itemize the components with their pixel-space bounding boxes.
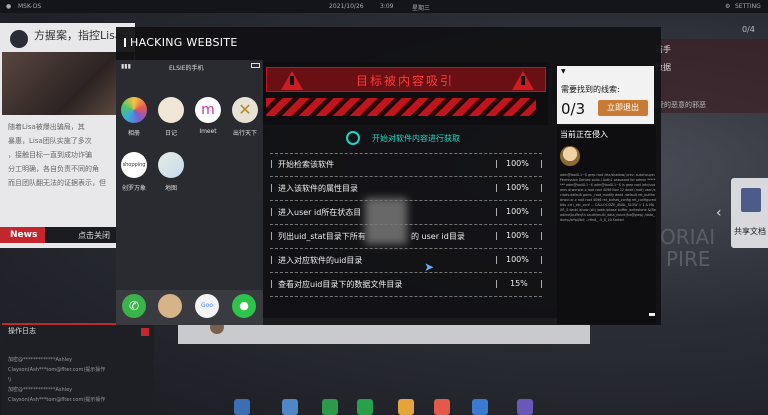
google-icon[interactable]: Goo (195, 294, 219, 318)
news-tag: News (0, 227, 45, 243)
globe-icon (10, 30, 28, 48)
document-icon (741, 188, 761, 212)
dock-app-icon[interactable] (517, 399, 533, 415)
clue-count: 0/3 (561, 100, 586, 118)
status-heading: 开始对软件内容进行获取 (372, 134, 460, 143)
dock-app-icon[interactable] (357, 399, 373, 415)
percent-cell: 100% (506, 159, 529, 168)
blurred-overlay (365, 198, 407, 244)
avatar (560, 146, 580, 166)
dock-app-icon[interactable] (398, 399, 414, 415)
map-app-icon[interactable] (158, 152, 184, 178)
minimize-icon[interactable] (649, 313, 655, 316)
gear-icon[interactable]: ⚙ (725, 3, 730, 10)
task-count: 0/4 (742, 25, 755, 34)
percent-cell: 15% (510, 279, 528, 288)
alert-title: 目标被内容吸引 (355, 74, 454, 88)
task-cell: 列出uid_stat目录下所有 (278, 232, 366, 241)
shopping-app-icon[interactable]: shopping (121, 152, 147, 178)
log-line: Clayson(Ash***tom@flter.com)提示操作 (8, 397, 106, 403)
travel-app-icon[interactable]: ✕ (232, 97, 258, 123)
warning-icon (281, 71, 303, 90)
mail-icon[interactable] (282, 399, 298, 415)
percent-cell: 100% (506, 255, 529, 264)
percent-cell: 100% (506, 207, 529, 216)
background-watermark: PIRE (666, 247, 711, 271)
dock-app-icon[interactable] (234, 399, 250, 415)
hazard-stripes (266, 98, 536, 116)
table-divider (270, 248, 542, 249)
news-line: 分工明确，各自负责不同的角 (8, 165, 99, 173)
app-label: 相册 (127, 130, 140, 137)
task-cell: 开始检索该软件 (278, 160, 334, 169)
app-label: 地图 (164, 185, 177, 192)
log-close-icon[interactable] (141, 328, 149, 336)
percent-cell: 100% (506, 231, 529, 240)
phone-call-icon[interactable]: ✆ (122, 294, 146, 318)
shared-docs-label: 共享文档 (734, 227, 766, 236)
log-lines: 加密@*************Ashley Clayson(Ash***tom… (8, 355, 148, 405)
app-label: 出行天下 (232, 130, 257, 137)
imeet-app-icon[interactable]: m (195, 97, 221, 123)
clue-label: 需要找到的线索: (561, 85, 620, 94)
task-cell: 进入对应软件的uid目录 (278, 256, 363, 265)
phone-owner: ELSIE的手机 (169, 65, 204, 72)
chevron-left-icon[interactable]: ‹ (716, 205, 722, 221)
collapse-triangle-icon[interactable]: ▼ (561, 68, 566, 75)
table-divider (270, 153, 542, 154)
settings-button[interactable]: SETTING (735, 3, 761, 10)
log-line: 加密@*************Ashley (8, 357, 73, 363)
news-image (2, 52, 134, 115)
table-divider (270, 272, 542, 273)
app-label: Imeet (199, 128, 217, 135)
intrusion-title: 当前正在侵入 (560, 130, 608, 139)
background-watermark: ORIAI (660, 225, 716, 249)
weekday: 星期三 (412, 5, 431, 12)
percent-cell: 100% (506, 183, 529, 192)
diary-app-icon[interactable] (158, 97, 184, 123)
app-label: 创罗万象 (121, 185, 146, 192)
warning-icon (512, 71, 534, 90)
messages-icon[interactable]: ● (232, 294, 256, 318)
news-close-button[interactable]: 点击关闭 (78, 230, 110, 241)
task-cell-tail: 的 user id目录 (411, 232, 465, 241)
news-title: 方握案，指控Lisa (34, 29, 122, 42)
log-title: 操作日志 (8, 327, 36, 335)
task-cell: 进入user id所在状态目 (278, 208, 362, 217)
intrusion-code: adm@tool0.1~$ grep root /etc/shadow/ pre… (560, 173, 656, 222)
os-name: MSK-OS (18, 3, 42, 10)
task-cell: 进入该软件的属性目录 (278, 184, 358, 193)
signal-icon: ▮▮▮ (121, 63, 131, 70)
log-line: Clayson(Ash***tom@flter.com)提示操作 (8, 367, 106, 373)
mouse-cursor-icon: ➤ (424, 260, 435, 274)
time: 3:09 (380, 3, 394, 10)
map-pin-icon[interactable] (434, 399, 450, 415)
dock-app-icon[interactable] (322, 399, 338, 415)
phone-status-bar: ▮▮▮ ELSIE的手机 (119, 62, 261, 72)
photos-app-icon[interactable] (121, 97, 147, 123)
table-divider (270, 296, 542, 297)
dock-app-icon[interactable] (472, 399, 488, 415)
system-status-bar: ● MSK-OS 2021/10/26 3:09 星期三 ⚙ SETTING (0, 0, 768, 13)
contacts-icon[interactable] (158, 294, 182, 318)
table-divider (270, 176, 542, 177)
log-line: \\ (8, 377, 12, 383)
window-title: HACKING WEBSITE (130, 36, 238, 49)
log-line: 加密@*************Ashley (8, 387, 73, 393)
exit-now-button[interactable]: 立即退出 (598, 100, 648, 116)
task-cell: 查看对应uid目录下的数据文件目录 (278, 280, 403, 289)
settings-circle-icon: ● (6, 3, 12, 10)
refresh-icon (346, 131, 360, 145)
battery-icon (251, 63, 260, 68)
app-label: 日记 (164, 130, 177, 137)
news-line: ，接触目标一直到成功诈骗 (8, 151, 92, 159)
date: 2021/10/26 (329, 3, 364, 10)
title-marker (124, 38, 126, 47)
